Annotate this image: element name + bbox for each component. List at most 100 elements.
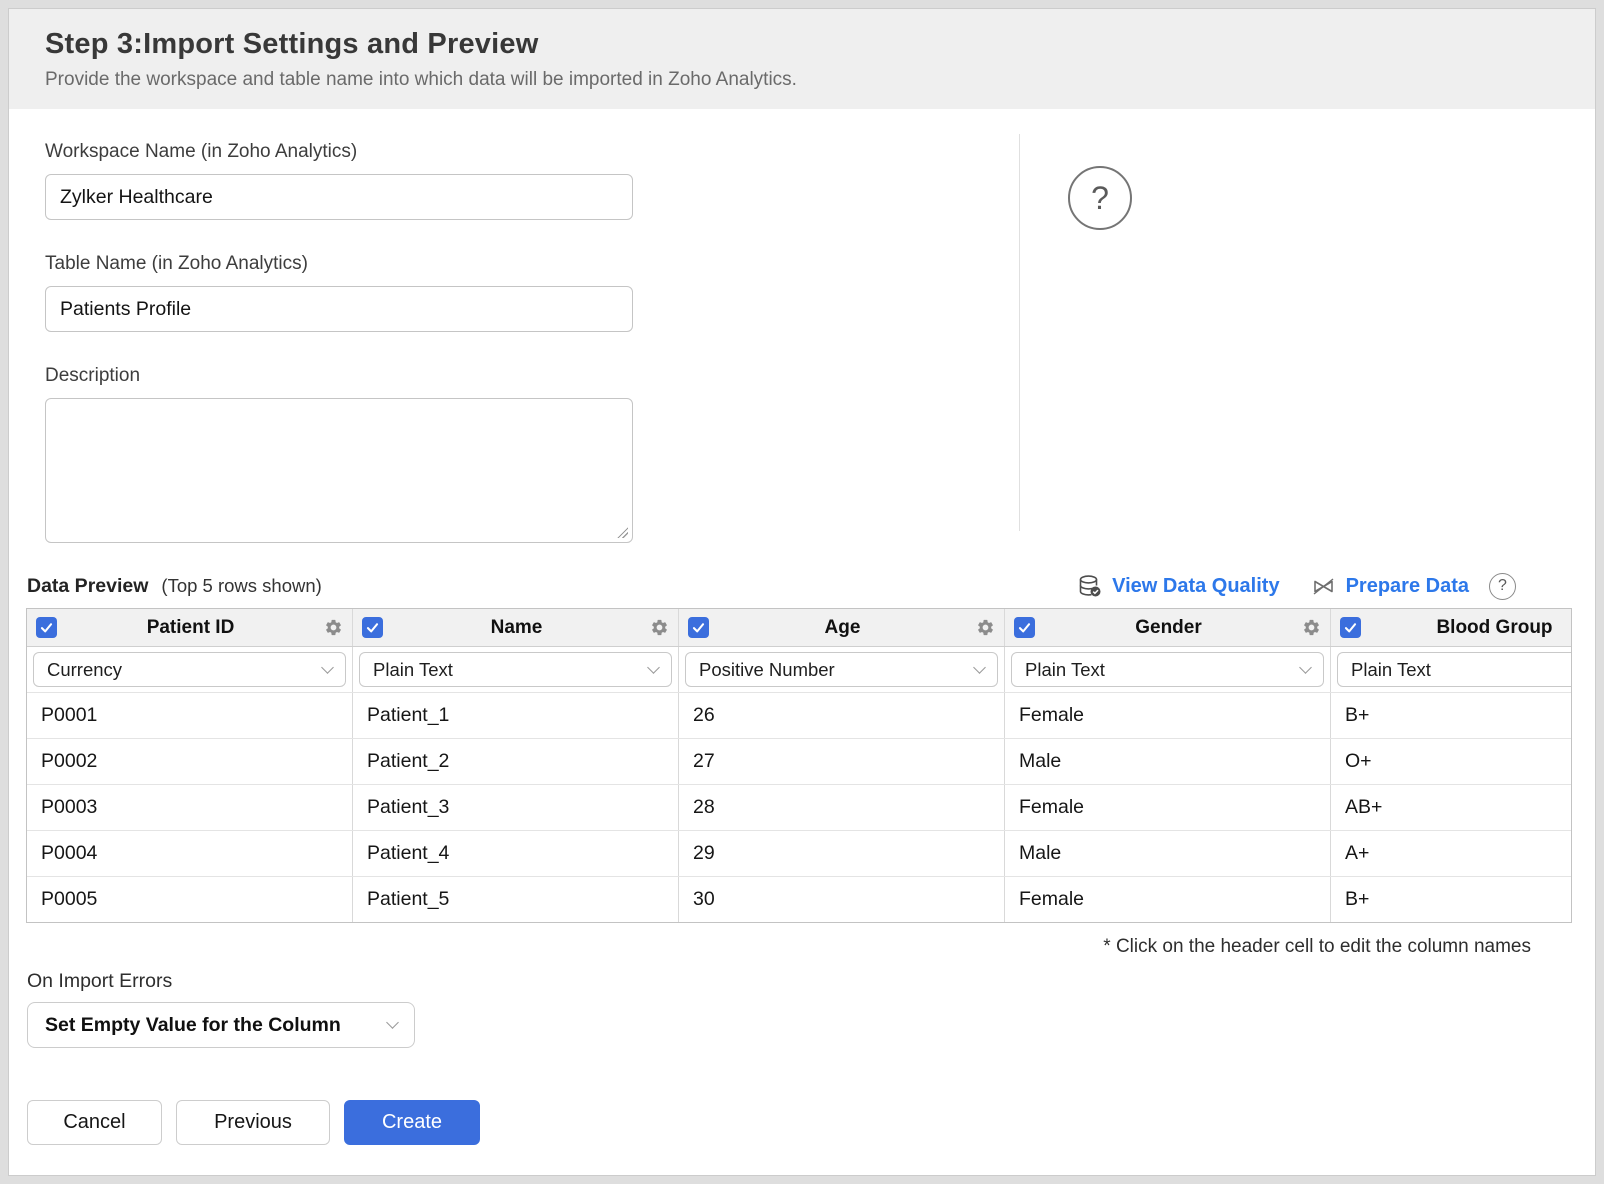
table-cell: Patient_2 [353, 739, 679, 784]
table-row: P0001Patient_126FemaleB+ [27, 693, 1572, 739]
chevron-down-icon [973, 661, 986, 674]
table-row: P0004Patient_429MaleA+ [27, 831, 1572, 877]
column-title[interactable]: Age [709, 617, 976, 639]
column-type-value: Plain Text [373, 659, 453, 681]
table-name-input[interactable] [45, 286, 633, 332]
column-type-select[interactable]: Currency [33, 652, 346, 687]
column-header-name[interactable]: Name [353, 609, 679, 646]
table-cell: P0003 [27, 785, 353, 830]
table-cell: Patient_5 [353, 877, 679, 922]
column-type-cell: Currency [27, 647, 353, 692]
workspace-name-label: Workspace Name (in Zoho Analytics) [45, 141, 1595, 163]
prepare-data-link[interactable]: Prepare Data [1310, 573, 1469, 600]
gear-icon[interactable] [650, 618, 670, 637]
prepare-data-label: Prepare Data [1346, 575, 1469, 598]
data-preview-subtitle: (Top 5 rows shown) [161, 575, 321, 597]
chevron-down-icon [647, 661, 660, 674]
column-header-age[interactable]: Age [679, 609, 1005, 646]
table-row: P0002Patient_227MaleO+ [27, 739, 1572, 785]
gear-icon[interactable] [1302, 618, 1322, 637]
column-title[interactable]: Blood Group [1361, 617, 1572, 639]
column-type-row: Currency Plain Text Positive Number Plain T… [27, 647, 1572, 693]
view-data-quality-link[interactable]: View Data Quality [1076, 573, 1279, 600]
column-type-cell: Plain Text [1331, 647, 1572, 692]
page-subtitle: Provide the workspace and table name int… [45, 69, 1595, 91]
workspace-name-input[interactable] [45, 174, 633, 220]
column-type-select[interactable]: Plain Text [1011, 652, 1324, 687]
edit-columns-note: * Click on the header cell to edit the c… [26, 936, 1572, 958]
section-divider [1019, 134, 1020, 531]
wizard-actions: Cancel Previous Create [27, 1100, 1595, 1145]
table-body: P0001Patient_126FemaleB+P0002Patient_227… [27, 693, 1572, 922]
import-wizard-window: Step 3:Import Settings and Preview Provi… [8, 8, 1596, 1176]
previous-button[interactable]: Previous [176, 1100, 330, 1145]
description-label: Description [45, 365, 1595, 387]
table-cell: 30 [679, 877, 1005, 922]
page-title: Step 3:Import Settings and Preview [45, 28, 1595, 61]
column-checkbox[interactable] [1014, 617, 1035, 638]
column-type-cell: Plain Text [353, 647, 679, 692]
column-type-value: Currency [47, 659, 122, 681]
chevron-down-icon [1299, 661, 1312, 674]
column-type-cell: Positive Number [679, 647, 1005, 692]
prepare-data-icon [1310, 573, 1337, 600]
on-import-errors-group: On Import Errors Set Empty Value for the… [27, 970, 1595, 1048]
description-textarea[interactable] [45, 398, 633, 543]
table-header-row: Patient ID Name Age Gender Blood Group [27, 609, 1572, 647]
table-cell: Female [1005, 877, 1331, 922]
column-header-patient-id[interactable]: Patient ID [27, 609, 353, 646]
table-cell: Male [1005, 739, 1331, 784]
column-type-select[interactable]: Plain Text [1337, 652, 1572, 687]
column-header-blood-group[interactable]: Blood Group [1331, 609, 1572, 646]
table-row: P0005Patient_530FemaleB+ [27, 877, 1572, 922]
question-mark-glyph: ? [1091, 180, 1109, 217]
resize-handle-icon[interactable] [616, 526, 628, 538]
column-type-cell: Plain Text [1005, 647, 1331, 692]
table-name-label: Table Name (in Zoho Analytics) [45, 253, 1595, 275]
table-cell: Female [1005, 785, 1331, 830]
table-cell: P0005 [27, 877, 353, 922]
chevron-down-icon [321, 661, 334, 674]
table-cell: O+ [1331, 739, 1572, 784]
table-cell: Patient_3 [353, 785, 679, 830]
table-cell: 28 [679, 785, 1005, 830]
on-import-errors-value: Set Empty Value for the Column [45, 1014, 341, 1037]
table-cell: A+ [1331, 831, 1572, 876]
column-title[interactable]: Name [383, 617, 650, 639]
table-cell: B+ [1331, 693, 1572, 738]
table-cell: P0004 [27, 831, 353, 876]
on-import-errors-select[interactable]: Set Empty Value for the Column [27, 1002, 415, 1048]
column-type-select[interactable]: Plain Text [359, 652, 672, 687]
table-cell: Female [1005, 693, 1331, 738]
column-type-value: Positive Number [699, 659, 835, 681]
column-checkbox[interactable] [36, 617, 57, 638]
table-cell: Male [1005, 831, 1331, 876]
wizard-step-header: Step 3:Import Settings and Preview Provi… [9, 9, 1595, 109]
column-title[interactable]: Gender [1035, 617, 1302, 639]
data-preview-title: Data Preview [27, 575, 148, 598]
cancel-button[interactable]: Cancel [27, 1100, 162, 1145]
column-checkbox[interactable] [688, 617, 709, 638]
table-cell: Patient_4 [353, 831, 679, 876]
data-quality-database-icon [1076, 573, 1103, 600]
preview-help-icon[interactable]: ? [1489, 573, 1516, 600]
column-type-value: Plain Text [1351, 659, 1431, 681]
column-type-select[interactable]: Positive Number [685, 652, 998, 687]
column-checkbox[interactable] [362, 617, 383, 638]
table-cell: 27 [679, 739, 1005, 784]
table-cell: B+ [1331, 877, 1572, 922]
view-data-quality-label: View Data Quality [1112, 575, 1279, 598]
table-cell: Patient_1 [353, 693, 679, 738]
column-header-gender[interactable]: Gender [1005, 609, 1331, 646]
create-button[interactable]: Create [344, 1100, 480, 1145]
column-checkbox[interactable] [1340, 617, 1361, 638]
table-cell: AB+ [1331, 785, 1572, 830]
data-preview-toolbar: Data Preview (Top 5 rows shown) View Dat… [27, 564, 1516, 608]
gear-icon[interactable] [324, 618, 344, 637]
table-row: P0003Patient_328FemaleAB+ [27, 785, 1572, 831]
chevron-down-icon [386, 1016, 399, 1029]
table-cell: 26 [679, 693, 1005, 738]
gear-icon[interactable] [976, 618, 996, 637]
column-title[interactable]: Patient ID [57, 617, 324, 639]
help-icon[interactable]: ? [1068, 166, 1132, 230]
